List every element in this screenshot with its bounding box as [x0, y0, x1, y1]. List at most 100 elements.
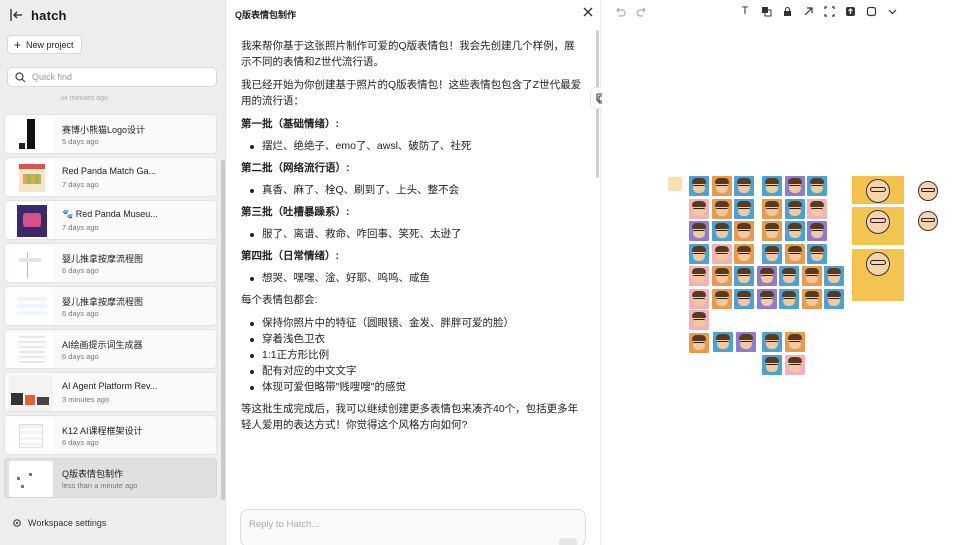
rectangle-tool-icon[interactable]	[865, 5, 877, 17]
project-item[interactable]: Red Panda Match Ga... 7 days ago	[4, 157, 217, 197]
batch-list: 摆烂、绝绝子、emo了、awsl、破防了、社死	[241, 138, 585, 154]
collapse-sidebar-icon[interactable]	[10, 9, 23, 21]
sticker-thumbnail[interactable]	[784, 198, 805, 219]
sticker-thumbnail[interactable]	[689, 198, 709, 219]
project-item-partial: 34 minutes ago	[60, 96, 108, 102]
sticker-thumbnail[interactable]	[689, 332, 709, 353]
sticker-thumbnail[interactable]	[689, 266, 709, 286]
sticker-thumbnail[interactable]	[762, 221, 782, 241]
sticker-thumbnail[interactable]	[713, 332, 733, 352]
sticker-thumbnail[interactable]	[762, 198, 782, 219]
new-project-button[interactable]: + New project	[7, 35, 82, 54]
sticker-thumbnail[interactable]	[784, 332, 805, 352]
project-item[interactable]: AI Agent Platform Rev... 3 minutes ago	[4, 372, 217, 412]
sticker-thumbnail[interactable]	[689, 221, 709, 241]
sticker-placeholder[interactable]	[668, 177, 682, 191]
project-thumbnail	[9, 418, 53, 454]
search-input[interactable]: Quick find	[7, 67, 217, 87]
sticker-thumbnail[interactable]	[689, 176, 709, 196]
sticker-thumbnail[interactable]	[711, 176, 732, 196]
sticker-thumbnail[interactable]	[734, 266, 754, 286]
message-paragraph: 我来帮你基于这张照片制作可爱的Q版表情包！我会先创建几个样例，展示不同的表情和Z…	[241, 40, 575, 68]
sticker-thumbnail[interactable]	[756, 266, 777, 286]
cutout-sticker[interactable]	[915, 208, 941, 234]
shape-tool-icon[interactable]	[760, 5, 772, 17]
gear-icon	[13, 519, 21, 527]
sticker-thumbnail[interactable]	[807, 221, 827, 241]
sticker-thumbnail[interactable]	[784, 176, 805, 196]
workspace-settings-button[interactable]: Workspace settings	[12, 518, 106, 528]
sticker-thumbnail[interactable]	[689, 310, 709, 330]
project-item[interactable]: 婴儿推拿按摩流程图 6 days ago	[4, 243, 217, 283]
search-placeholder: Quick find	[32, 72, 73, 82]
sticker-thumbnail[interactable]	[689, 288, 709, 309]
sidebar-scrollbar[interactable]	[221, 160, 225, 500]
sticker-thumbnail[interactable]	[711, 198, 732, 219]
batch-list: 真香、麻了、栓Q、刷到了、上头、整不会	[241, 182, 585, 198]
sticker-thumbnail[interactable]	[734, 221, 754, 241]
project-item-active[interactable]: Q版表情包制作 less than a minute ago	[4, 458, 217, 498]
sticker-thumbnail[interactable]	[801, 288, 822, 309]
large-sticker[interactable]	[852, 207, 904, 245]
sticker-thumbnail[interactable]	[762, 354, 782, 375]
project-item[interactable]: 婴儿推拿按摩流程图 6 days ago	[4, 286, 217, 326]
sticker-thumbnail[interactable]	[779, 266, 799, 286]
sidebar: hatch + New project Quick find 34 minute…	[0, 0, 226, 545]
sticker-thumbnail[interactable]	[734, 288, 754, 309]
project-item[interactable]: 🐾 Red Panda Museu... 7 days ago	[4, 200, 217, 240]
project-time: 6 days ago	[62, 266, 99, 275]
sticker-thumbnail[interactable]	[824, 266, 844, 286]
sticker-thumbnail[interactable]	[807, 243, 827, 264]
arrow-tool-icon[interactable]	[802, 5, 814, 17]
project-item[interactable]: 赛博小熊猫Logo设计 5 days ago	[4, 114, 217, 154]
sticker-thumbnail[interactable]	[784, 243, 805, 264]
project-time: 3 minutes ago	[62, 395, 110, 404]
project-item[interactable]: K12 AI课程框架设计 6 days ago	[4, 415, 217, 455]
project-thumbnail	[9, 332, 53, 368]
project-list: 34 minutes ago 赛博小熊猫Logo设计 5 days ago Re…	[0, 96, 226, 500]
batch-list: 想哭、嘿嘿、淦、好耶、呜呜、咸鱼	[241, 270, 585, 286]
large-sticker[interactable]	[852, 249, 904, 301]
chevron-down-icon[interactable]	[886, 5, 898, 17]
sticker-thumbnail[interactable]	[735, 332, 756, 352]
sticker-thumbnail[interactable]	[734, 198, 754, 219]
project-time: less than a minute ago	[62, 481, 138, 490]
project-title: AI Agent Platform Rev...	[62, 381, 158, 391]
upload-icon[interactable]	[844, 5, 856, 17]
text-tool-icon[interactable]: T	[739, 5, 751, 17]
sticker-thumbnail[interactable]	[711, 243, 732, 264]
sticker-thumbnail[interactable]	[807, 176, 827, 196]
frame-tool-icon[interactable]	[823, 5, 835, 17]
project-item[interactable]: AI绘画提示词生成器 6 days ago	[4, 329, 217, 369]
sticker-thumbnail[interactable]	[734, 243, 754, 264]
sticker-thumbnail[interactable]	[784, 221, 805, 241]
sticker-thumbnail[interactable]	[762, 243, 782, 264]
sticker-thumbnail[interactable]	[689, 243, 709, 264]
canvas[interactable]: T	[602, 0, 960, 545]
sticker-thumbnail[interactable]	[762, 176, 782, 196]
reply-input[interactable]: Reply to Hatch...	[240, 509, 586, 545]
sticker-thumbnail[interactable]	[801, 266, 822, 286]
sticker-thumbnail[interactable]	[711, 288, 732, 309]
sticker-thumbnail[interactable]	[762, 332, 782, 352]
redo-icon[interactable]	[636, 6, 648, 18]
undo-icon[interactable]	[614, 6, 626, 18]
sticker-thumbnail[interactable]	[711, 221, 732, 241]
sticker-thumbnail[interactable]	[756, 288, 777, 309]
sticker-thumbnail[interactable]	[824, 288, 844, 309]
project-title: 婴儿推拿按摩流程图	[62, 254, 144, 264]
sticker-thumbnail[interactable]	[711, 266, 732, 286]
plus-icon: +	[14, 37, 22, 52]
cutout-sticker[interactable]	[915, 178, 941, 204]
large-sticker[interactable]	[852, 176, 904, 204]
project-thumbnail	[9, 117, 53, 153]
sticker-thumbnail[interactable]	[779, 288, 799, 309]
lock-icon[interactable]	[781, 5, 793, 17]
search-icon	[15, 71, 26, 82]
close-icon[interactable]	[582, 6, 594, 18]
sticker-thumbnail[interactable]	[784, 354, 805, 375]
sticker-thumbnail[interactable]	[807, 198, 827, 219]
message-paragraph: 我已经开始为你创建基于照片的Q版表情包！这些表情包包含了Z世代最爱用的流行语：	[241, 79, 582, 107]
send-button[interactable]	[559, 538, 577, 545]
sticker-thumbnail[interactable]	[734, 176, 754, 196]
